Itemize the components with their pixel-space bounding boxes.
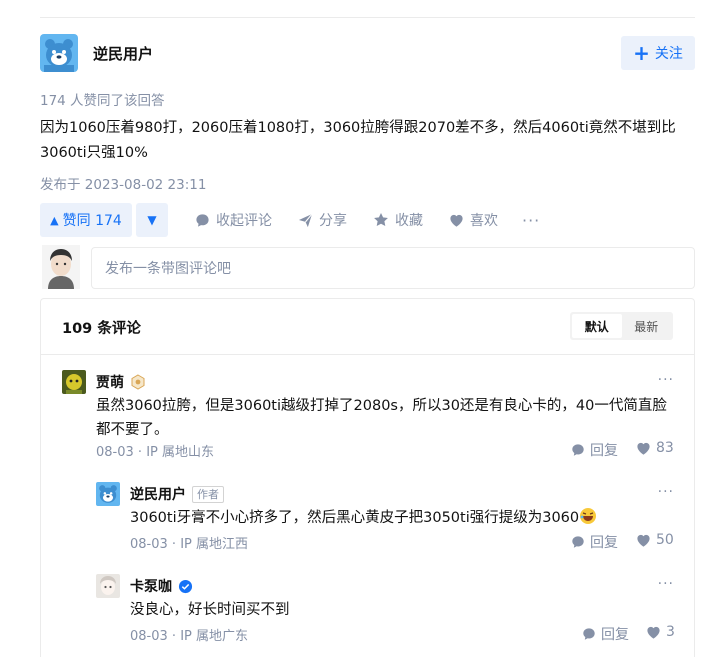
like-button[interactable]: 喜欢 (449, 210, 498, 230)
like-label: 喜欢 (470, 213, 498, 229)
follow-button[interactable]: + 关注 (621, 36, 695, 70)
author-avatar[interactable] (40, 34, 78, 72)
reply-icon (572, 444, 584, 456)
share-button[interactable]: 分享 (298, 210, 347, 230)
comment-like-button[interactable]: 3 (646, 624, 675, 640)
comment-ip: IP 属地江西 (180, 537, 248, 552)
separator: · (137, 445, 147, 460)
commenter-name[interactable]: 逆民用户 (130, 484, 186, 504)
comment-text: 虽然3060拉胯，但是3060ti越级打掉了2080s，所以30还是有良心卡的，… (96, 394, 676, 442)
answer-actions: ▲ 赞同 174 ▼ 收起评论 分享 收藏 喜欢 ··· (40, 203, 540, 237)
heart-icon (450, 214, 463, 227)
sort-default-button[interactable]: 默认 (572, 314, 622, 338)
comment-input[interactable]: 发布一条带图评论吧 (91, 247, 695, 289)
share-icon (298, 213, 313, 227)
separator: · (171, 629, 181, 644)
top-divider (40, 17, 695, 18)
comment-icon (196, 213, 209, 227)
comment-like-button[interactable]: 50 (636, 532, 674, 548)
triangle-down-icon: ▼ (147, 213, 157, 227)
comment-composer: 发布一条带图评论吧 (40, 245, 695, 289)
star-icon (374, 213, 388, 226)
comment-meta: 08-03 · IP 属地广东 (130, 625, 248, 644)
collapse-comments-label: 收起评论 (216, 213, 272, 229)
comment-meta: 08-03 · IP 属地江西 (130, 533, 248, 552)
member-badge-icon (131, 374, 145, 390)
like-count: 83 (656, 440, 674, 456)
collapse-comments-button[interactable]: 收起评论 (195, 210, 272, 230)
comment-like-button[interactable]: 83 (636, 440, 674, 456)
current-user-avatar (42, 245, 80, 289)
comments-panel: 109 条评论 默认 最新 贾萌 虽然3060拉胯，但是3060ti越级打掉了2… (40, 298, 695, 657)
reply-icon (583, 628, 595, 640)
answer-content-line: 3060ti只强10% (40, 145, 148, 161)
collect-button[interactable]: 收藏 (373, 210, 423, 230)
comment-date: 08-03 (130, 629, 168, 644)
author-name[interactable]: 逆民用户 (93, 43, 153, 64)
plus-icon: + (633, 41, 650, 65)
heart-icon (637, 534, 650, 547)
comments-header: 109 条评论 默认 最新 (41, 299, 694, 355)
commenter-avatar[interactable] (96, 482, 120, 506)
comment-ip: IP 属地广东 (180, 629, 248, 644)
triangle-up-icon: ▲ (50, 213, 59, 227)
commenter-name-row: 逆民用户 作者 (130, 484, 224, 504)
follow-label: 关注 (654, 46, 683, 62)
reply-button[interactable]: 回复 (582, 624, 629, 644)
downvote-button[interactable]: ▼ (136, 203, 168, 237)
commenter-name[interactable]: 贾萌 (96, 372, 124, 392)
reply-button[interactable]: 回复 (571, 440, 618, 460)
sort-latest-button[interactable]: 最新 (622, 314, 672, 338)
answer-author: 逆民用户 + 关注 (40, 34, 695, 72)
comment-more-icon[interactable]: ··· (658, 372, 674, 388)
reply-button[interactable]: 回复 (571, 532, 618, 552)
more-icon[interactable]: ··· (522, 211, 540, 230)
upvote-label: 赞同 174 (62, 213, 122, 229)
verified-badge-icon (178, 579, 193, 593)
commenter-name-row: 贾萌 (96, 372, 146, 392)
comment-ip: IP 属地山东 (146, 445, 214, 460)
commenter-name-row: 卡泵咖 (130, 576, 193, 596)
comment-text: 没良心，好长时间买不到 (130, 602, 290, 618)
heart-icon (637, 442, 650, 455)
upvote-button[interactable]: ▲ 赞同 174 (40, 203, 132, 237)
comment-meta: 08-03 · IP 属地山东 (96, 441, 214, 460)
answer-content-line: 因为1060压着980打，2060压着1080打，3060拉胯得跟2070差不多… (40, 120, 676, 136)
separator: · (171, 537, 181, 552)
reply-icon (572, 536, 584, 548)
comment-reply-item: 卡泵咖 没良心，好长时间买不到 08-03 · IP 属地广东 ··· 回复 3 (96, 574, 675, 649)
reply-label: 回复 (601, 627, 629, 643)
comment-date: 08-03 (96, 445, 134, 460)
commenter-avatar[interactable] (62, 370, 86, 394)
answer-content: 因为1060压着980打，2060压着1080打，3060拉胯得跟2070差不多… (40, 116, 690, 166)
sort-toggle: 默认 最新 (570, 312, 673, 340)
comment-date: 08-03 (130, 537, 168, 552)
comment-text-line: 都不要了。 (96, 422, 169, 438)
comment-more-icon[interactable]: ··· (658, 576, 674, 592)
comment-text-line: 3060ti牙膏不小心挤多了，然后黑心黄皮子把3050ti强行提级为3060 (130, 510, 580, 526)
agree-count-text: 174 人赞同了该回答 (40, 93, 165, 109)
like-count: 50 (656, 532, 674, 548)
collect-label: 收藏 (395, 213, 423, 229)
comment-text-line: 虽然3060拉胯，但是3060ti越级打掉了2080s，所以30还是有良心卡的，… (96, 398, 667, 414)
comment-text: 3060ti牙膏不小心挤多了，然后黑心黄皮子把3050ti强行提级为3060 (130, 506, 670, 530)
reply-label: 回复 (590, 535, 618, 551)
share-label: 分享 (319, 213, 347, 229)
commenter-name[interactable]: 卡泵咖 (130, 576, 172, 596)
commenter-avatar[interactable] (96, 574, 120, 598)
like-count: 3 (666, 624, 675, 640)
publish-time: 发布于 2023-08-02 23:11 (40, 177, 207, 193)
heart-icon (647, 626, 660, 639)
comment-more-icon[interactable]: ··· (658, 484, 674, 500)
comment-reply-item: 逆民用户 作者 3060ti牙膏不小心挤多了，然后黑心黄皮子把3050ti强行提… (96, 482, 674, 557)
comment-item: 贾萌 虽然3060拉胯，但是3060ti越级打掉了2080s，所以30还是有良心… (62, 370, 674, 465)
comments-count: 109 条评论 (62, 321, 141, 337)
laughing-emoji-icon (580, 508, 597, 524)
reply-label: 回复 (590, 443, 618, 459)
author-tag: 作者 (192, 485, 224, 503)
